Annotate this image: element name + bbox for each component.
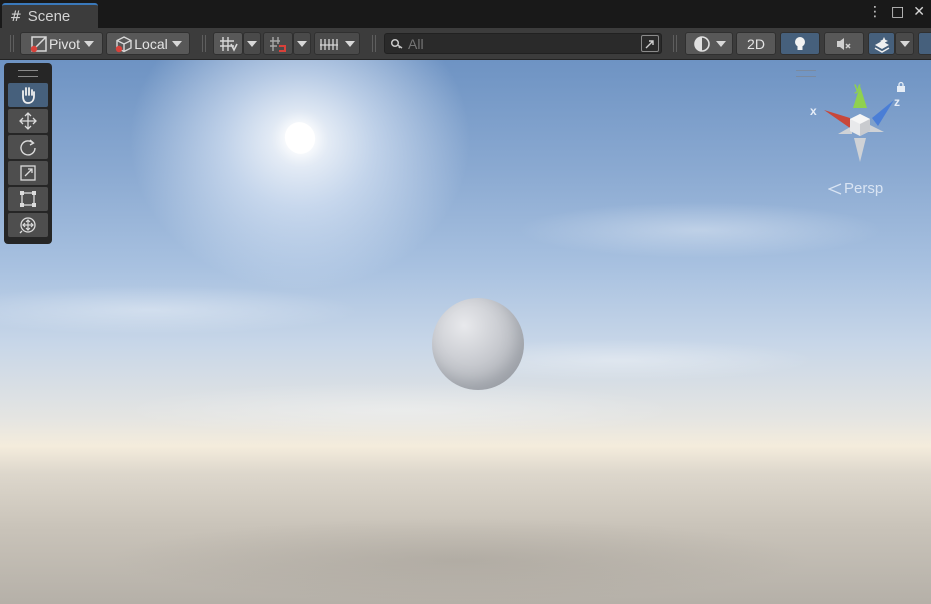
tools-overlay xyxy=(4,63,52,244)
external-link-icon xyxy=(645,39,654,48)
local-dropdown[interactable]: Local xyxy=(106,32,190,55)
window-controls: ⋮ □ ✕ xyxy=(868,4,925,20)
toolbar-grip[interactable] xyxy=(202,35,206,52)
transform-tool-button[interactable] xyxy=(8,213,48,237)
local-label: Local xyxy=(134,35,168,52)
chevron-down-icon xyxy=(716,40,726,47)
increment-snap-dropdown[interactable] xyxy=(314,32,360,55)
chevron-down-icon xyxy=(171,40,182,47)
grid-icon xyxy=(220,36,238,52)
chevron-down-icon xyxy=(247,40,257,47)
snap-icon xyxy=(270,36,286,52)
chevron-down-icon xyxy=(84,40,95,47)
rotate-icon xyxy=(20,139,36,156)
close-icon[interactable]: ✕ xyxy=(913,4,925,20)
maximize-icon[interactable]: □ xyxy=(891,4,904,20)
projection-label: Persp xyxy=(844,180,884,197)
hand-icon xyxy=(22,87,35,104)
search-field[interactable] xyxy=(384,33,662,54)
pivot-label: Pivot xyxy=(48,35,81,52)
effects-options-dropdown[interactable] xyxy=(895,32,914,55)
toolbar-grip[interactable] xyxy=(673,35,677,52)
expand-search-button[interactable] xyxy=(641,35,659,52)
grid-visibility-button[interactable] xyxy=(213,32,243,55)
shading-mode-icon xyxy=(694,35,710,52)
rotate-tool-button[interactable] xyxy=(8,135,48,159)
toggle-2d-label: 2D xyxy=(747,35,765,52)
local-cube-icon xyxy=(116,35,132,52)
search-input[interactable] xyxy=(404,35,628,52)
scene-lighting-button[interactable] xyxy=(780,32,820,55)
scene-viewport[interactable] xyxy=(0,60,931,604)
toggle-2d-button[interactable]: 2D xyxy=(736,32,776,55)
tab-bar: # Scene ⋮ □ ✕ xyxy=(0,0,931,28)
move-tool-button[interactable] xyxy=(8,109,48,133)
rect-transform-icon xyxy=(20,191,36,207)
chevron-down-icon xyxy=(899,40,910,47)
draw-mode-dropdown[interactable] xyxy=(685,32,733,55)
layers-icon xyxy=(874,36,889,53)
speaker-muted-icon xyxy=(837,37,851,50)
tools-overlay-grip[interactable] xyxy=(18,70,38,77)
rect-tool-button[interactable] xyxy=(8,187,48,211)
tab-scene-label: Scene xyxy=(27,8,71,25)
ruler-icon xyxy=(320,38,338,50)
gizmo-y-label: y xyxy=(854,80,861,94)
lightbulb-icon xyxy=(795,36,805,50)
orientation-overlay-grip[interactable] xyxy=(796,70,816,77)
snap-options-dropdown[interactable] xyxy=(293,32,311,55)
more-options-icon[interactable]: ⋮ xyxy=(868,4,882,20)
audio-toggle-button[interactable] xyxy=(824,32,864,55)
transform-icon xyxy=(19,217,36,234)
gizmo-x-label: x xyxy=(810,104,817,118)
hidden-objects-button[interactable] xyxy=(918,32,931,55)
scene-window: # Scene ⋮ □ ✕ Pivot Local All 2D y x z P… xyxy=(0,0,931,604)
scale-icon xyxy=(20,165,36,181)
orientation-gizmo[interactable]: y x z xyxy=(806,78,910,170)
grid-icon: # xyxy=(10,8,22,25)
move-arrows-icon xyxy=(19,112,37,130)
search-icon xyxy=(390,38,403,49)
pivot-dropdown[interactable]: Pivot xyxy=(20,32,103,55)
scale-tool-button[interactable] xyxy=(8,161,48,185)
projection-toggle[interactable]: Persp xyxy=(828,180,883,197)
effects-toggle-button[interactable] xyxy=(868,32,895,55)
snapping-button[interactable] xyxy=(263,32,293,55)
chevron-down-icon xyxy=(297,40,307,47)
tab-scene[interactable]: # Scene xyxy=(2,3,98,28)
gizmo-z-label: z xyxy=(894,95,900,109)
hand-tool-button[interactable] xyxy=(8,83,48,107)
sphere-object[interactable] xyxy=(432,298,524,390)
toolbar-grip[interactable] xyxy=(372,35,376,52)
scene-toolbar: Pivot Local All 2D xyxy=(0,28,931,60)
perspective-icon xyxy=(828,182,842,195)
chevron-down-icon xyxy=(345,40,355,47)
pivot-icon xyxy=(30,35,47,52)
grid-options-dropdown[interactable] xyxy=(243,32,261,55)
toolbar-grip[interactable] xyxy=(10,35,14,52)
